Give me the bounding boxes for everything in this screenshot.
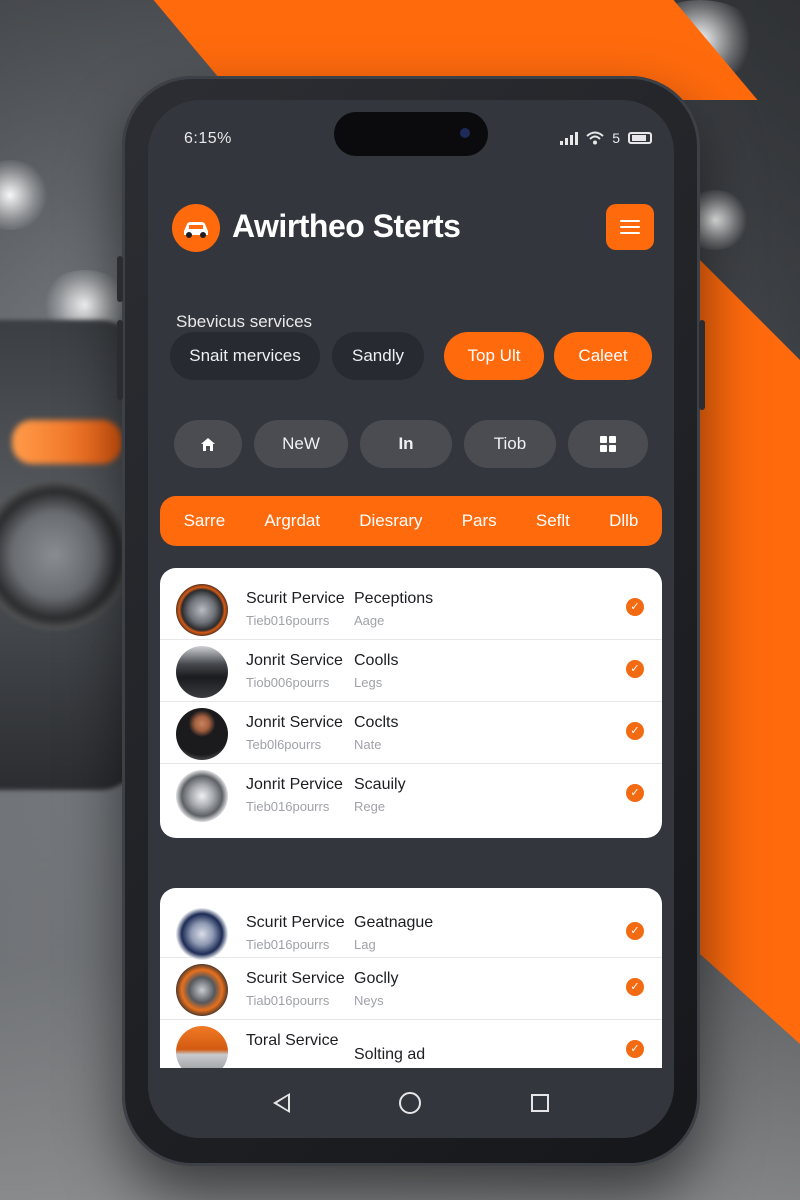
wifi-icon — [586, 131, 604, 145]
list-item-subtitle: Neys — [354, 993, 384, 1008]
list-item-title: Scurit Pervice — [246, 914, 345, 931]
brake-rotor-image — [176, 584, 228, 636]
home-circle-icon[interactable] — [399, 1092, 422, 1114]
check-icon: ✓ — [626, 1040, 644, 1058]
list-item-title: Solting ad — [354, 1046, 426, 1063]
service-list-card: Scurit Pervice Peceptions Tieb016pourrs … — [160, 568, 662, 838]
list-item-title: Coolls — [354, 652, 399, 669]
home-icon — [201, 437, 215, 451]
service-chip[interactable]: Caleet — [554, 332, 652, 380]
volume-button — [117, 256, 123, 302]
nav-pill-home[interactable] — [174, 420, 242, 468]
app-title: Awirtheo Sterts — [232, 208, 461, 244]
category-bar: Sarre Argrdat Diesrary Pars Seflt Dllb — [160, 496, 662, 546]
list-item-subtitle: Teb0l6pourrs — [246, 737, 322, 752]
check-icon: ✓ — [626, 978, 644, 996]
list-item[interactable]: Jonrit Service Coclts Teb0l6pourrs Nate … — [160, 702, 662, 764]
camera-icon — [460, 128, 470, 138]
list-item-title: Jonrit Service — [246, 652, 343, 669]
status-icons: 5 — [560, 130, 652, 146]
car-front-image — [176, 646, 228, 698]
list-item[interactable]: Jonrit Service Coolls Tiob006pourrs Legs… — [160, 640, 662, 702]
list-item-title: Coclts — [354, 714, 399, 731]
list-item-subtitle: Lag — [354, 937, 376, 952]
list-item-title: Jonrit Service — [246, 714, 343, 731]
grid-icon — [600, 436, 616, 452]
back-icon[interactable] — [272, 1093, 290, 1113]
list-item-title: Scauily — [354, 776, 406, 793]
service-list-card: Scurit Pervice Geatnague Tieb016pourrs L… — [160, 888, 662, 1088]
volume-button — [117, 320, 123, 400]
dynamic-island — [334, 112, 488, 156]
list-item[interactable]: Jonrit Pervice Scauily Tieb016pourrs Reg… — [160, 764, 662, 826]
phone-screen: 6:15% 5 Awirtheo Sterts Sbevicus service… — [148, 100, 674, 1138]
power-button — [699, 320, 705, 410]
list-item-title: Geatnague — [354, 914, 434, 931]
list-item-title: Toral Service — [246, 1032, 339, 1049]
category-tab[interactable]: Sarre — [184, 511, 226, 531]
list-item-subtitle: Tiab016pourrs — [246, 993, 330, 1008]
list-item-title: Scurit Pervice — [246, 590, 345, 607]
list-item-title: Peceptions — [354, 590, 434, 607]
car-taillight — [12, 420, 122, 464]
list-item-title: Scurit Service — [246, 970, 345, 987]
nav-pill-tiob[interactable]: Tiob — [464, 420, 556, 468]
check-icon: ✓ — [626, 784, 644, 802]
list-item-subtitle: Tieb016pourrs — [246, 799, 330, 814]
check-icon: ✓ — [626, 598, 644, 616]
service-chip[interactable]: Top Ult — [444, 332, 544, 380]
list-item-title: Goclly — [354, 970, 399, 987]
list-item-subtitle: Legs — [354, 675, 383, 690]
category-tab[interactable]: Diesrary — [359, 511, 422, 531]
list-item[interactable]: Scurit Pervice Geatnague Tieb016pourrs L… — [160, 902, 662, 960]
list-item-subtitle: Tieb016pourrs — [246, 613, 330, 628]
network-label: 5 — [612, 130, 620, 146]
service-chip[interactable]: Snait mervices — [170, 332, 320, 380]
list-item[interactable]: Scurit Pervice Peceptions Tieb016pourrs … — [160, 578, 662, 640]
nav-pill-in[interactable]: In — [360, 420, 452, 468]
nav-pill-new[interactable]: NeW — [254, 420, 348, 468]
nav-pill-grid[interactable] — [568, 420, 648, 468]
battery-icon — [628, 132, 652, 144]
list-item-subtitle: Nate — [354, 737, 382, 752]
services-label: Sbevicus services — [176, 312, 313, 331]
category-tab[interactable]: Argrdat — [264, 511, 320, 531]
system-navigation-bar — [148, 1068, 674, 1138]
list-item-subtitle: Tieb016pourrs — [246, 937, 330, 952]
wheel-rim-image — [176, 770, 228, 822]
signal-icon — [560, 131, 579, 145]
car-icon — [172, 204, 220, 252]
list-item-subtitle: Aage — [354, 613, 385, 628]
category-tab[interactable]: Dllb — [609, 511, 638, 531]
check-icon: ✓ — [626, 660, 644, 678]
hamburger-menu-button[interactable] — [606, 204, 654, 250]
status-time: 6:15% — [184, 130, 232, 147]
recent-apps-icon[interactable] — [531, 1094, 550, 1112]
category-tab[interactable]: Seflt — [536, 511, 570, 531]
engine-image — [176, 964, 228, 1016]
category-tab[interactable]: Pars — [462, 511, 497, 531]
check-icon: ✓ — [626, 922, 644, 940]
list-item-title: Jonrit Pervice — [246, 776, 343, 793]
badge-image — [176, 908, 228, 960]
list-item-subtitle: Rege — [354, 799, 386, 814]
service-chip[interactable]: Sandly — [332, 332, 424, 380]
list-item-subtitle: Tiob006pourrs — [246, 675, 330, 690]
check-icon: ✓ — [626, 722, 644, 740]
list-item[interactable]: Scurit Service Goclly Tiab016pourrs Neys… — [160, 958, 662, 1020]
mechanic-image — [176, 708, 228, 760]
